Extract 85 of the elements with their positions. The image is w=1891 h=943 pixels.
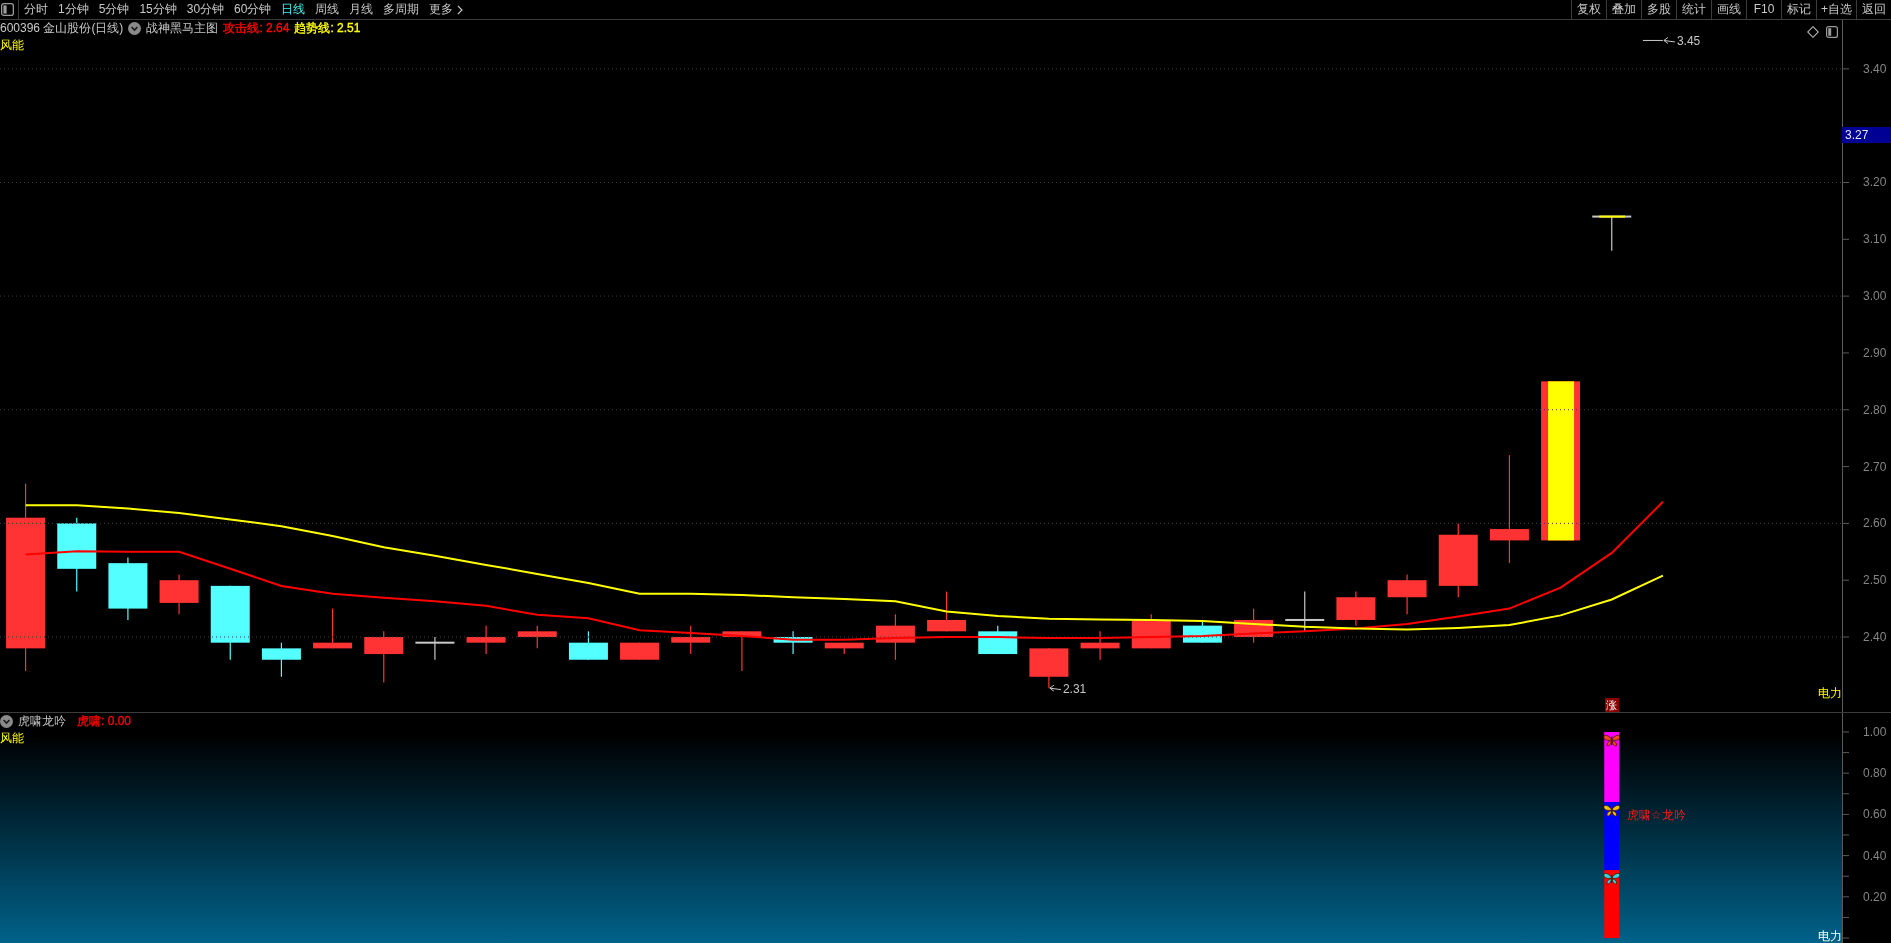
- period-tab[interactable]: 5分钟: [98, 0, 130, 19]
- price-badge: 3.27: [1842, 126, 1891, 143]
- candlestick: [824, 642, 864, 655]
- price-marker-arrow: [1049, 684, 1062, 692]
- candlestick: [568, 630, 608, 661]
- toolbar-button[interactable]: F10: [1746, 0, 1781, 19]
- panel-caption: 风能: [0, 730, 24, 746]
- indicator-value: 虎啸: 0.00: [77, 713, 132, 730]
- panel-icon[interactable]: [1826, 26, 1838, 38]
- candlestick: [159, 573, 199, 615]
- indicator-value: 趋势线: 2.51: [294, 20, 361, 37]
- candlestick: [875, 613, 915, 661]
- panel-icon[interactable]: [1, 3, 14, 16]
- butterfly-icon: [1603, 873, 1620, 885]
- axis-label: 2.40: [1863, 630, 1887, 644]
- axis-label: 2.80: [1863, 402, 1887, 417]
- toolbar-button[interactable]: 标记: [1781, 0, 1816, 19]
- indicator-value: 攻击线: 2.64: [223, 20, 290, 37]
- candlestick: [1387, 573, 1427, 615]
- diamond-icon[interactable]: [1807, 26, 1819, 38]
- circle-chevron-icon[interactable]: [128, 22, 142, 35]
- candlestick: [722, 630, 762, 672]
- candlestick: [1182, 619, 1222, 644]
- axis-label: 0.80: [1863, 766, 1887, 781]
- candlestick: [1592, 215, 1632, 252]
- axis-label: 0.20: [1863, 889, 1887, 904]
- period-tab[interactable]: 分时: [24, 0, 48, 19]
- axis-label: 3.10: [1863, 232, 1887, 247]
- toolbar-button[interactable]: 统计: [1676, 0, 1711, 19]
- price-label: 3.45: [1676, 33, 1701, 48]
- candlestick: [671, 625, 711, 655]
- candlestick: [415, 636, 455, 661]
- axis-label: 2.70: [1863, 459, 1887, 474]
- toolbar-button[interactable]: 返回: [1856, 0, 1891, 19]
- candlestick: [108, 556, 148, 621]
- butterfly-icon: [1603, 735, 1620, 746]
- limit-up-badge: 涨: [1604, 698, 1619, 712]
- more-button[interactable]: 更多: [429, 0, 464, 19]
- candlestick: [1234, 608, 1274, 644]
- period-tab[interactable]: 60分钟: [234, 0, 272, 19]
- period-tab[interactable]: 周线: [315, 0, 340, 19]
- candlestick: [517, 625, 557, 649]
- axis-label: 3.20: [1863, 175, 1887, 190]
- axis-label: 1.00: [1863, 724, 1887, 739]
- toolbar-button[interactable]: 复权: [1571, 0, 1606, 19]
- stock-title: 600396 金山股份(日线): [0, 20, 124, 37]
- toolbar-button[interactable]: 画线: [1711, 0, 1746, 19]
- candlestick: [364, 630, 404, 684]
- toolbar-button[interactable]: 叠加: [1606, 0, 1641, 19]
- period-tab[interactable]: 日线: [281, 0, 306, 19]
- panel-caption: 电力: [1818, 929, 1842, 943]
- period-tab[interactable]: 1分钟: [58, 0, 89, 19]
- candlestick: [773, 630, 813, 655]
- axis-label: 3.40: [1863, 61, 1887, 76]
- price-marker-arrow: [1642, 36, 1676, 44]
- axis-label: 2.90: [1863, 345, 1887, 360]
- axis-label: 0.40: [1863, 848, 1887, 863]
- signal-label: 虎啸☆龙吟: [1626, 808, 1686, 824]
- axis-label: 2.50: [1863, 573, 1887, 588]
- candlestick: [1080, 630, 1120, 661]
- price-label: 2.31: [1062, 681, 1087, 696]
- candlestick: [1336, 590, 1376, 627]
- panel-caption: 风能: [0, 37, 24, 53]
- candlestick: [466, 625, 506, 655]
- candlestick: [1285, 590, 1325, 632]
- butterfly-icon: [1603, 805, 1620, 817]
- candlestick: [978, 625, 1018, 655]
- period-tab[interactable]: 多周期: [383, 0, 420, 19]
- toolbar-button[interactable]: 多股: [1641, 0, 1676, 19]
- panel-caption: 电力: [1818, 686, 1842, 700]
- axis-label: 0.60: [1863, 807, 1887, 822]
- circle-chevron-icon[interactable]: [0, 715, 13, 728]
- candlestick: [261, 642, 301, 678]
- indicator-name: 虎啸龙吟: [18, 713, 66, 730]
- candlestick: [927, 590, 967, 632]
- period-tab[interactable]: 30分钟: [186, 0, 225, 19]
- period-tab[interactable]: 月线: [349, 0, 374, 19]
- period-tab[interactable]: 15分钟: [139, 0, 177, 19]
- chevron-right-icon: [457, 4, 464, 15]
- toolbar-button[interactable]: +自选: [1816, 0, 1856, 19]
- candlestick: [313, 608, 353, 649]
- axis-label: 3.00: [1863, 289, 1887, 304]
- indicator-name: 战神黑马主图: [146, 20, 219, 37]
- axis-label: 2.60: [1863, 516, 1887, 531]
- candlestick: [620, 642, 660, 661]
